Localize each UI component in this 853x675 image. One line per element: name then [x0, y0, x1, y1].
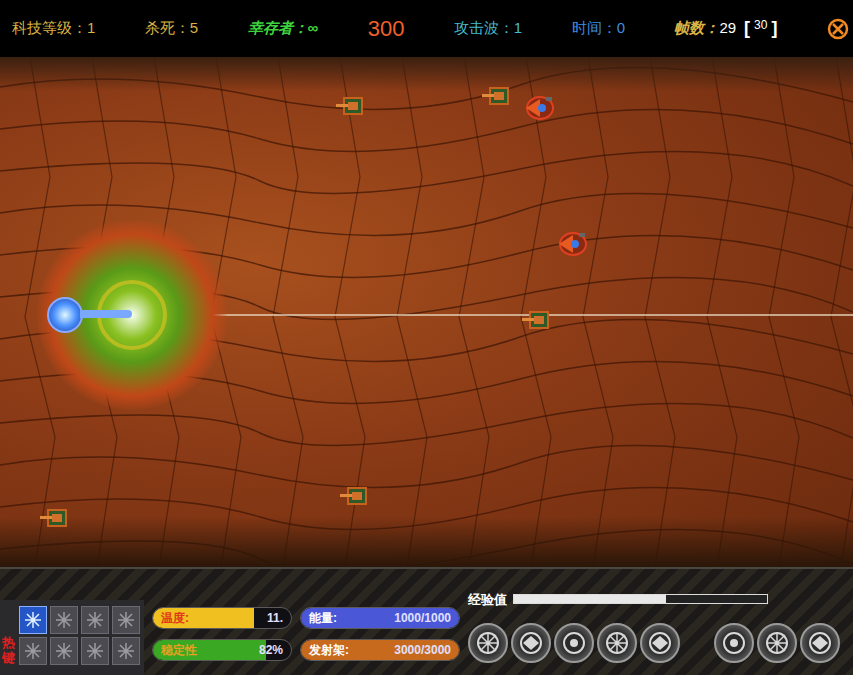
snowflake-icon	[55, 611, 73, 629]
enemy-tank-icon	[522, 309, 552, 331]
enemy-craft[interactable]	[555, 229, 589, 259]
command-button[interactable]	[511, 623, 551, 663]
enemy-tank-icon	[40, 507, 70, 529]
resource-bar-label: 能量:	[309, 609, 337, 627]
command-icon	[604, 630, 630, 656]
gauge: 温度: 11.	[152, 607, 292, 629]
hotkey-slot[interactable]	[19, 637, 47, 665]
frame-counter: 帧数：29[30]	[674, 15, 777, 42]
hotkey-slot[interactable]	[112, 606, 140, 634]
enemy-tank[interactable]	[40, 507, 70, 529]
gauge-reading: 11.	[267, 609, 283, 627]
enemy-tank[interactable]	[482, 85, 512, 107]
snowflake-icon	[24, 642, 42, 660]
enemy-tank[interactable]	[336, 95, 366, 117]
hotkey-slot[interactable]	[50, 606, 78, 634]
enemy-craft-icon	[555, 229, 589, 259]
enemy-tank[interactable]	[340, 485, 370, 507]
command-button[interactable]	[554, 623, 594, 663]
command-icon	[807, 630, 833, 656]
snowflake-icon	[55, 642, 73, 660]
stat: 杀死：5	[145, 17, 198, 40]
hotkey-panel: 热键	[0, 600, 144, 675]
hotkey-slot[interactable]	[81, 637, 109, 665]
player-orb	[47, 297, 83, 333]
hud: 热键 温度: 11. 稳定性 82% 能量: 1000/1000 发射架: 3000/3000 经…	[0, 567, 853, 675]
stat: 时间：0	[572, 17, 625, 40]
close-icon[interactable]	[827, 18, 849, 40]
stat: 科技等级：1	[12, 17, 95, 40]
battlefield[interactable]	[0, 57, 853, 567]
command-panel: 经验值	[468, 590, 853, 675]
resource-bar: 发射架: 3000/3000	[300, 639, 460, 661]
command-button[interactable]	[714, 623, 754, 663]
enemy-tank-icon	[482, 85, 512, 107]
top-bar: 科技等级：1 杀死：5 幸存者：∞ 300 攻击波：1 时间：0 帧数：29[30]	[0, 0, 853, 57]
command-icon	[475, 630, 501, 656]
turret-barrel	[80, 310, 132, 318]
resource-bar-reading: 1000/1000	[394, 609, 451, 627]
laser-beam	[132, 314, 853, 316]
hotkey-label: 热键	[2, 636, 15, 665]
experience-row: 经验值	[468, 590, 853, 610]
enemy-craft-icon	[522, 93, 556, 123]
command-button[interactable]	[640, 623, 680, 663]
stat: 幸存者：∞	[248, 17, 319, 40]
snowflake-icon	[117, 611, 135, 629]
experience-bar	[513, 594, 768, 604]
resource-bar: 能量: 1000/1000	[300, 607, 460, 629]
command-icon	[764, 630, 790, 656]
score: 300	[368, 12, 405, 45]
snowflake-icon	[86, 642, 104, 660]
command-button[interactable]	[597, 623, 637, 663]
gauge-label: 温度:	[161, 609, 189, 627]
command-button[interactable]	[800, 623, 840, 663]
hotkey-slot[interactable]	[50, 637, 78, 665]
gauge-label: 稳定性	[161, 641, 197, 659]
game-screen: 科技等级：1 杀死：5 幸存者：∞ 300 攻击波：1 时间：0 帧数：29[30] 热键 温度…	[0, 0, 853, 675]
hotkey-slot[interactable]	[112, 637, 140, 665]
enemy-tank-icon	[336, 95, 366, 117]
command-icon	[721, 630, 747, 656]
command-button[interactable]	[757, 623, 797, 663]
command-icon	[561, 630, 587, 656]
experience-label: 经验值	[468, 590, 507, 610]
command-button[interactable]	[468, 623, 508, 663]
enemy-craft[interactable]	[522, 93, 556, 123]
command-icon	[647, 630, 673, 656]
resource-panel: 能量: 1000/1000 发射架: 3000/3000	[300, 607, 460, 675]
resource-bar-label: 发射架:	[309, 641, 349, 659]
command-buttons	[468, 623, 853, 663]
enemy-tank[interactable]	[522, 309, 552, 331]
rock-edge-top	[0, 57, 853, 91]
command-icon	[518, 630, 544, 656]
gauge-reading: 82%	[259, 641, 283, 659]
gauge-panel: 温度: 11. 稳定性 82%	[152, 607, 292, 675]
hotkey-grid	[19, 606, 140, 665]
resource-bar-reading: 3000/3000	[394, 641, 451, 659]
snowflake-icon	[24, 611, 42, 629]
gauge: 稳定性 82%	[152, 639, 292, 661]
hotkey-slot[interactable]	[19, 606, 47, 634]
hotkey-slot[interactable]	[81, 606, 109, 634]
rock-edge-bottom	[0, 517, 853, 567]
enemy-tank-icon	[340, 485, 370, 507]
stat: 攻击波：1	[454, 17, 522, 40]
snowflake-icon	[117, 642, 135, 660]
snowflake-icon	[86, 611, 104, 629]
experience-fill	[514, 595, 666, 603]
